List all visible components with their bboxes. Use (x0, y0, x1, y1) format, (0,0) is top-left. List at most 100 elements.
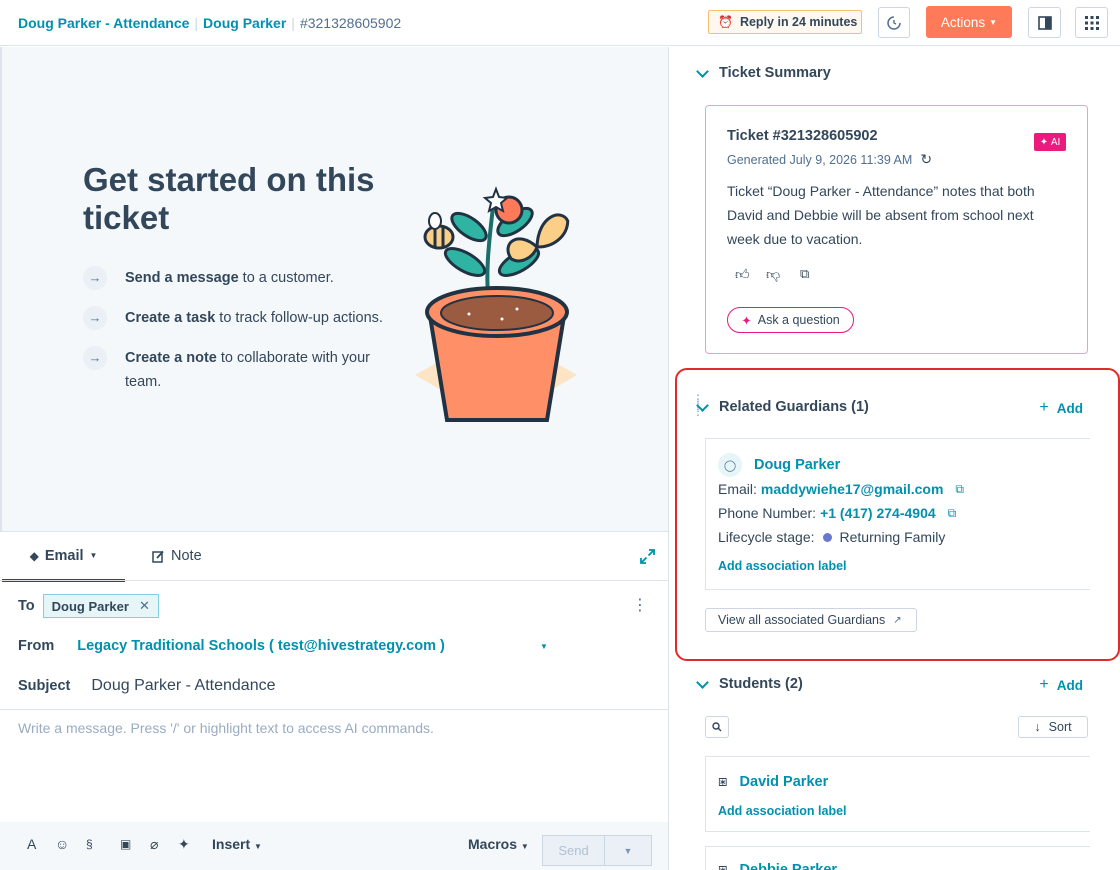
student-name-row: ⧆ David Parker (718, 773, 828, 790)
subject-divider (0, 709, 668, 710)
subject-input[interactable]: Doug Parker - Attendance (91, 677, 275, 695)
apps-grid-button[interactable] (1075, 7, 1108, 38)
student-icon: ⧆ (718, 773, 728, 790)
ai-sparkle-icon[interactable]: ✦ (178, 836, 190, 853)
student-name-row: ⧆ Debbie Parker (718, 861, 837, 870)
recipient-chip[interactable]: Doug Parker ✕ (42, 594, 159, 618)
section-title: Ticket Summary (719, 65, 831, 81)
snooze-button[interactable] (878, 7, 910, 38)
actions-dropdown-button[interactable]: Actions ▼ (926, 6, 1012, 38)
from-label: From (18, 638, 55, 654)
tab-email[interactable]: ◆ Email ▼ (2, 532, 125, 582)
ai-badge: ✦ AI (1034, 133, 1066, 151)
breadcrumb-separator: | (291, 14, 295, 31)
chevron-down-icon (696, 64, 709, 78)
caret-down-icon: ▼ (254, 842, 262, 851)
breadcrumb: Doug Parker - Attendance | Doug Parker |… (18, 15, 401, 31)
tab-note-label: Note (171, 548, 202, 564)
from-row: From Legacy Traditional Schools ( test@h… (0, 631, 668, 661)
summary-card-title: Ticket #321328605902 (727, 128, 878, 144)
arrow-right-icon: → (83, 346, 107, 370)
from-select[interactable]: Legacy Traditional Schools ( test@hivest… (77, 638, 445, 654)
get-started-panel: Get started on this ticket → Send a mess… (0, 47, 668, 531)
copy-icon[interactable]: ⧉ (800, 266, 809, 282)
insert-dropdown[interactable]: Insert ▼ (212, 836, 262, 852)
message-editor[interactable]: Write a message. Press '/' or highlight … (18, 720, 434, 736)
thumbs-down-icon[interactable]: 👎︎ (766, 266, 780, 283)
note-edit-icon (152, 550, 164, 563)
tabs-divider (0, 580, 668, 581)
sort-button[interactable]: ↓ Sort (1018, 716, 1088, 738)
left-pane: Get started on this ticket → Send a mess… (0, 47, 669, 870)
tab-email-label: Email (44, 547, 84, 564)
step-send-message: → Send a message to a customer. (83, 266, 393, 290)
reply-sla-badge[interactable]: ⏰ Reply in 24 minutes (708, 10, 862, 34)
student-name-link[interactable]: Debbie Parker (740, 862, 838, 870)
expand-icon[interactable] (640, 549, 655, 564)
ask-question-label: Ask a question (757, 313, 840, 327)
composer-toolbar: A ☺ § ▣ ⌀ ✦ Insert ▼ Macros ▼ Send ▼ (0, 822, 668, 870)
image-icon[interactable]: ▣ (120, 837, 131, 851)
regenerate-icon[interactable]: ↻ (920, 151, 932, 168)
step-create-task: → Create a task to track follow-up actio… (83, 306, 393, 330)
contact-name-link[interactable]: Doug Parker (203, 15, 286, 31)
step-bold: Send a message (125, 270, 239, 286)
step-text: Send a message to a customer. (125, 266, 334, 290)
grid-icon (1084, 15, 1099, 30)
plant-pot-illustration (415, 186, 577, 422)
more-options-icon[interactable]: ⋮ (632, 598, 648, 614)
students-header[interactable]: Students (2) (696, 675, 803, 692)
student-name-link[interactable]: David Parker (740, 774, 829, 790)
email-icon: ◆ (29, 548, 39, 563)
step-bold: Create a note (125, 350, 217, 366)
summary-body: Ticket “Doug Parker - Attendance” notes … (727, 183, 1035, 247)
highlight-outline (675, 368, 1120, 661)
clock-refresh-icon (887, 15, 901, 30)
generated-row: Generated July 9, 2026 11:39 AM ↻ (727, 151, 932, 168)
breadcrumb-separator: | (194, 14, 199, 31)
caret-down-icon[interactable]: ▼ (540, 642, 548, 651)
ticket-summary-card: Ticket #321328605902 Generated July 9, 2… (705, 105, 1088, 354)
step-text: Create a note to collaborate with your t… (125, 346, 393, 394)
arrow-down-icon: ↓ (1034, 720, 1041, 734)
ask-question-button[interactable]: ✦ Ask a question (727, 307, 854, 333)
macros-label: Macros (468, 836, 518, 852)
macros-dropdown[interactable]: Macros ▼ (468, 836, 529, 852)
search-students-button[interactable] (705, 716, 729, 738)
step-create-note: → Create a note to collaborate with your… (83, 346, 393, 394)
personalize-token-icon[interactable]: § (86, 837, 93, 851)
arrow-right-icon: → (83, 266, 107, 290)
tab-note[interactable]: Note (152, 532, 202, 580)
search-icon (712, 722, 722, 732)
panel-icon (1037, 15, 1052, 30)
chevron-down-icon (696, 675, 709, 689)
thumbs-up-icon[interactable]: 👍︎ (735, 266, 750, 283)
actions-label: Actions (940, 14, 986, 30)
toggle-sidebar-button[interactable] (1028, 7, 1061, 38)
send-button[interactable]: Send (543, 836, 605, 865)
send-label: Send (558, 843, 589, 858)
text-format-icon[interactable]: A (27, 836, 36, 852)
step-bold: Create a task (125, 310, 216, 326)
remove-recipient-icon[interactable]: ✕ (139, 598, 150, 614)
send-button-group: Send ▼ (542, 835, 652, 866)
to-row: To Doug Parker ✕ ⋮ (0, 591, 668, 621)
paperclip-icon[interactable]: ⌀ (150, 836, 158, 853)
to-label: To (18, 598, 35, 614)
add-association-label-link[interactable]: Add association label (718, 804, 847, 818)
step-rest: to track follow-up actions. (215, 310, 383, 326)
plus-icon: + (1039, 676, 1049, 693)
student-card: ⧆ David Parker Add association label (705, 756, 1090, 832)
caret-down-icon: ▼ (520, 842, 529, 851)
ticket-header: Doug Parker - Attendance | Doug Parker |… (0, 0, 1120, 46)
add-student-button[interactable]: + Add (1039, 676, 1083, 694)
add-label: Add (1056, 677, 1083, 693)
ticket-summary-header[interactable]: Ticket Summary (696, 64, 831, 81)
ticket-name-link[interactable]: Doug Parker - Attendance (18, 15, 189, 31)
student-card: ⧆ Debbie Parker (705, 846, 1090, 870)
send-options-button[interactable]: ▼ (605, 836, 651, 865)
sort-label: Sort (1048, 720, 1072, 734)
recipient-name: Doug Parker (51, 598, 129, 614)
generated-timestamp: Generated July 9, 2026 11:39 AM (727, 152, 913, 167)
emoji-icon[interactable]: ☺ (55, 836, 69, 852)
